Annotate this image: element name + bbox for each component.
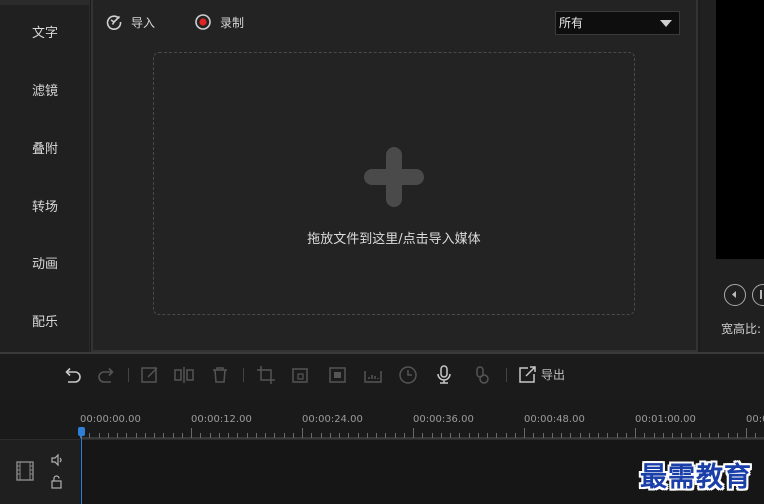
- prev-frame-button[interactable]: [724, 284, 746, 306]
- mosaic-icon: [329, 367, 346, 383]
- video-track-header: [0, 439, 80, 504]
- volume-icon[interactable]: [50, 453, 64, 467]
- microphone-icon: [437, 365, 451, 384]
- import-tab-label: 导入: [131, 15, 156, 30]
- chevron-down-icon: [660, 20, 672, 27]
- speed-button[interactable]: [396, 363, 420, 387]
- split-icon: [174, 367, 194, 383]
- sidebar-item-text[interactable]: 文字: [0, 14, 90, 54]
- ruler-label: 00:01:00.00: [635, 414, 696, 425]
- redo-icon: [98, 367, 114, 383]
- import-tab[interactable]: 导入: [105, 12, 155, 32]
- edit-button[interactable]: [138, 363, 162, 387]
- toolbar-separator: [506, 368, 507, 382]
- watermark-logo: 最需教育: [640, 462, 752, 493]
- crop-icon: [257, 366, 275, 384]
- play-icon: [760, 290, 762, 299]
- resize-button[interactable]: [289, 363, 313, 387]
- ruler-label: 00:00:24.00: [302, 414, 363, 425]
- undo-button[interactable]: [60, 363, 84, 387]
- preview-panel: 宽高比:: [700, 0, 764, 352]
- voiceover-button[interactable]: [432, 363, 456, 387]
- export-icon: [519, 366, 536, 383]
- ruler-label: 00:0: [746, 414, 764, 425]
- import-icon: [105, 13, 123, 31]
- edit-toolbar: 导出: [0, 354, 764, 400]
- resize-icon: [292, 368, 308, 383]
- record-tab[interactable]: 录制: [194, 12, 244, 32]
- sidebar-item-animation[interactable]: 动画: [0, 245, 90, 285]
- sidebar-item-music[interactable]: 配乐: [0, 303, 90, 343]
- sidebar-item-filters[interactable]: 滤镜: [0, 72, 90, 112]
- sidebar-item-overlays[interactable]: 叠附: [0, 130, 90, 170]
- mic-off-icon: [476, 366, 489, 384]
- playhead-line: [81, 428, 82, 504]
- aspect-ratio-label: 宽高比:: [721, 322, 762, 336]
- delete-button[interactable]: [208, 363, 232, 387]
- toolbar-separator: [128, 368, 129, 382]
- media-filter-dropdown[interactable]: 所有: [555, 11, 680, 35]
- time-ruler[interactable]: 00:00:00.00 00:00:12.00 00:00:24.00 00:0…: [80, 408, 764, 440]
- mosaic-button[interactable]: [326, 363, 350, 387]
- export-label[interactable]: 导出: [541, 366, 565, 383]
- crop-button[interactable]: [254, 363, 278, 387]
- export-button[interactable]: [515, 363, 539, 387]
- ruler-label: 00:00:12.00: [191, 414, 252, 425]
- mute-mic-button[interactable]: [469, 363, 493, 387]
- playhead-handle[interactable]: [78, 427, 85, 436]
- toolbar-separator: [243, 368, 244, 382]
- media-panel: 导入 录制 所有 拖放文件到这里/点击导入媒体: [91, 0, 698, 352]
- media-drop-zone[interactable]: 拖放文件到这里/点击导入媒体: [153, 52, 635, 315]
- film-icon: [16, 461, 34, 481]
- split-button[interactable]: [172, 363, 196, 387]
- audio-wave-button[interactable]: [361, 363, 385, 387]
- ruler-label: 00:00:36.00: [413, 414, 474, 425]
- sidebar-item-transitions[interactable]: 转场: [0, 188, 90, 228]
- step-back-icon: [732, 291, 736, 298]
- pencil-icon: [141, 367, 158, 383]
- drop-zone-hint: 拖放文件到这里/点击导入媒体: [307, 232, 481, 247]
- ruler-label: 00:00:48.00: [524, 414, 585, 425]
- waveform-icon: [364, 371, 382, 383]
- play-button[interactable]: [752, 284, 764, 306]
- preview-screen: [716, 0, 764, 259]
- ruler-label: 00:00:00.00: [80, 414, 141, 425]
- unlock-icon[interactable]: [50, 475, 64, 489]
- clock-icon: [399, 366, 417, 384]
- undo-icon: [65, 367, 81, 383]
- redo-button[interactable]: [95, 363, 119, 387]
- trash-icon: [213, 367, 227, 383]
- sidebar-top-divider: [0, 0, 90, 5]
- record-tab-label: 录制: [220, 15, 245, 30]
- record-icon: [194, 13, 212, 31]
- media-filter-value: 所有: [559, 16, 584, 30]
- plus-icon: [364, 147, 424, 207]
- effects-sidebar: 文字 滤镜 叠附 转场 动画 配乐: [0, 0, 90, 352]
